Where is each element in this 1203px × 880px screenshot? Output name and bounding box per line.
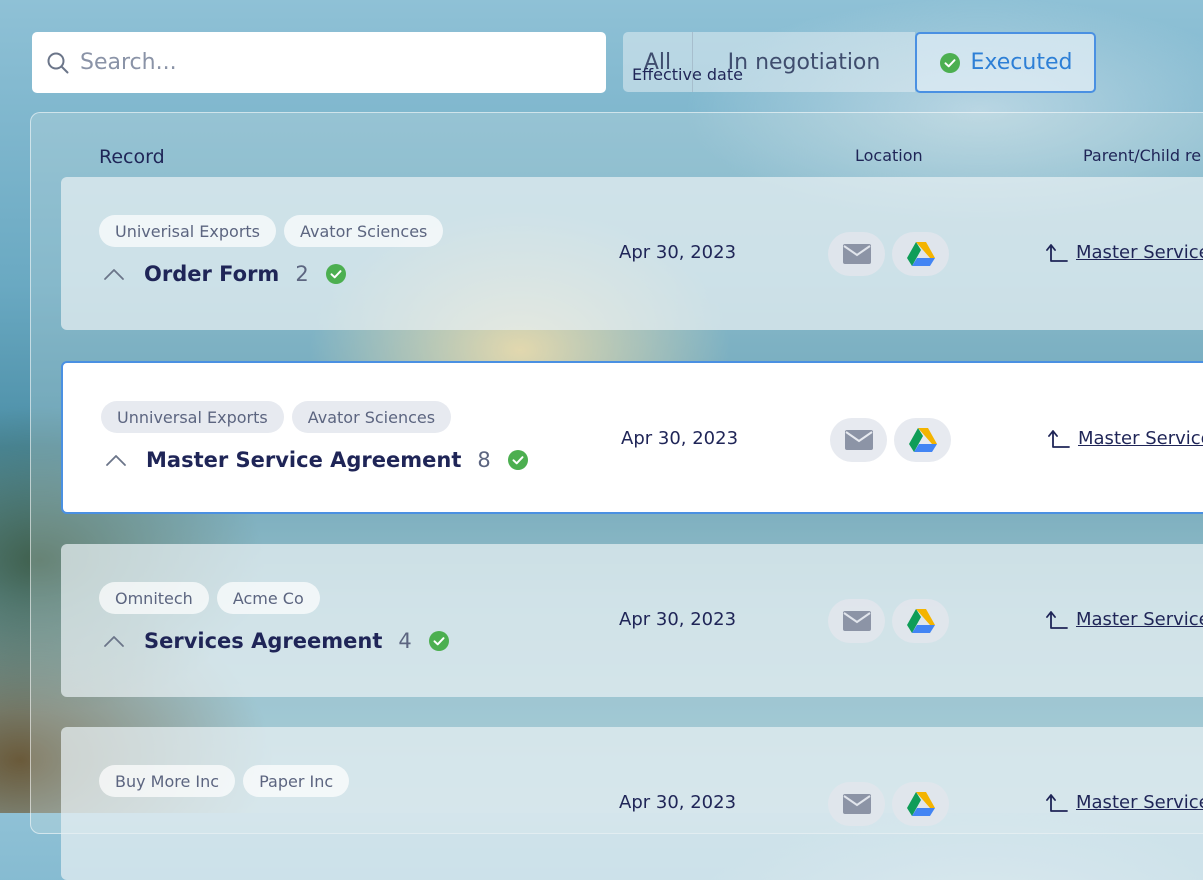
parent-arrow-icon [1046, 243, 1068, 262]
party-tags: Omnitech Acme Co [99, 582, 320, 614]
check-circle-icon [507, 450, 528, 470]
record-title[interactable]: Services Agreement [144, 629, 382, 653]
record-title[interactable]: Master Service Agreement [146, 448, 461, 472]
parent-record-link[interactable]: Master Service [1046, 242, 1203, 263]
record-title-row: Order Form 2 [103, 262, 347, 286]
google-drive-icon [908, 428, 937, 452]
parent-record-label: Master Service [1076, 792, 1203, 813]
party-tags: Univerisal Exports Avator Sciences [99, 215, 444, 247]
parent-record-link[interactable]: Master Service [1048, 428, 1203, 449]
column-header-location: Location [855, 146, 923, 165]
record-title-row: Master Service Agreement 8 [105, 448, 529, 472]
party-tag[interactable]: Paper Inc [243, 765, 350, 797]
party-tag[interactable]: Acme Co [216, 582, 320, 614]
party-tag[interactable]: Avator Sciences [284, 215, 444, 247]
filter-executed-button[interactable]: Executed [915, 32, 1096, 93]
filter-in-negotiation-label: In negotiation [727, 49, 881, 75]
parent-record-label: Master Service [1076, 609, 1203, 630]
chevron-up-icon[interactable] [103, 634, 125, 648]
drive-location-button[interactable] [892, 232, 949, 276]
check-circle-icon [325, 264, 346, 284]
google-drive-icon [906, 609, 935, 633]
drive-location-button[interactable] [894, 418, 951, 462]
mail-location-button[interactable] [828, 599, 885, 643]
chevron-up-icon[interactable] [103, 267, 125, 281]
party-tags: Unniversal Exports Avator Sciences [101, 401, 452, 433]
record-child-count: 4 [398, 629, 412, 653]
mail-location-button[interactable] [828, 232, 885, 276]
parent-arrow-icon [1046, 610, 1068, 629]
parent-arrow-icon [1048, 429, 1070, 448]
party-tag[interactable]: Buy More Inc [99, 765, 236, 797]
record-row[interactable]: Buy More Inc Paper Inc Apr 30, 2023 Mast… [61, 727, 1203, 880]
drive-location-button[interactable] [892, 599, 949, 643]
check-circle-icon [428, 631, 449, 651]
search-box[interactable] [32, 32, 606, 93]
effective-date: Apr 30, 2023 [621, 428, 739, 449]
mail-icon [842, 611, 871, 631]
filter-executed-label: Executed [970, 50, 1073, 75]
party-tag[interactable]: Avator Sciences [291, 401, 452, 433]
mail-icon [842, 244, 871, 264]
record-title[interactable]: Order Form [144, 262, 279, 286]
effective-date: Apr 30, 2023 [619, 242, 737, 263]
party-tag[interactable]: Unniversal Exports [101, 401, 284, 433]
parent-record-link[interactable]: Master Service [1046, 792, 1203, 813]
effective-date: Apr 30, 2023 [619, 792, 737, 813]
google-drive-icon [906, 242, 935, 266]
record-child-count: 2 [295, 262, 309, 286]
column-header-effective-date: Effective date [632, 65, 743, 84]
column-header-record: Record [99, 146, 165, 168]
parent-record-link[interactable]: Master Service [1046, 609, 1203, 630]
column-header-parent-child: Parent/Child re [1083, 146, 1202, 165]
parent-record-label: Master Service [1076, 242, 1203, 263]
record-child-count: 8 [477, 448, 491, 472]
record-row-selected[interactable]: Unniversal Exports Avator Sciences Maste… [61, 361, 1203, 514]
google-drive-icon [906, 792, 935, 816]
parent-record-label: Master Service [1078, 428, 1203, 449]
chevron-up-icon[interactable] [105, 453, 127, 467]
record-row[interactable]: Omnitech Acme Co Services Agreement 4 Ap… [61, 544, 1203, 697]
effective-date: Apr 30, 2023 [619, 609, 737, 630]
party-tag[interactable]: Omnitech [99, 582, 209, 614]
search-input[interactable] [78, 49, 606, 76]
drive-location-button[interactable] [892, 782, 949, 826]
record-row[interactable]: Univerisal Exports Avator Sciences Order… [61, 177, 1203, 330]
parent-arrow-icon [1046, 793, 1068, 812]
record-title-row: Services Agreement 4 [103, 629, 450, 653]
mail-location-button[interactable] [828, 782, 885, 826]
mail-icon [842, 794, 871, 814]
party-tags: Buy More Inc Paper Inc [99, 765, 350, 797]
party-tag[interactable]: Univerisal Exports [99, 215, 277, 247]
mail-location-button[interactable] [830, 418, 887, 462]
search-icon [47, 52, 69, 73]
mail-icon [844, 430, 873, 450]
check-circle-icon [939, 52, 960, 73]
